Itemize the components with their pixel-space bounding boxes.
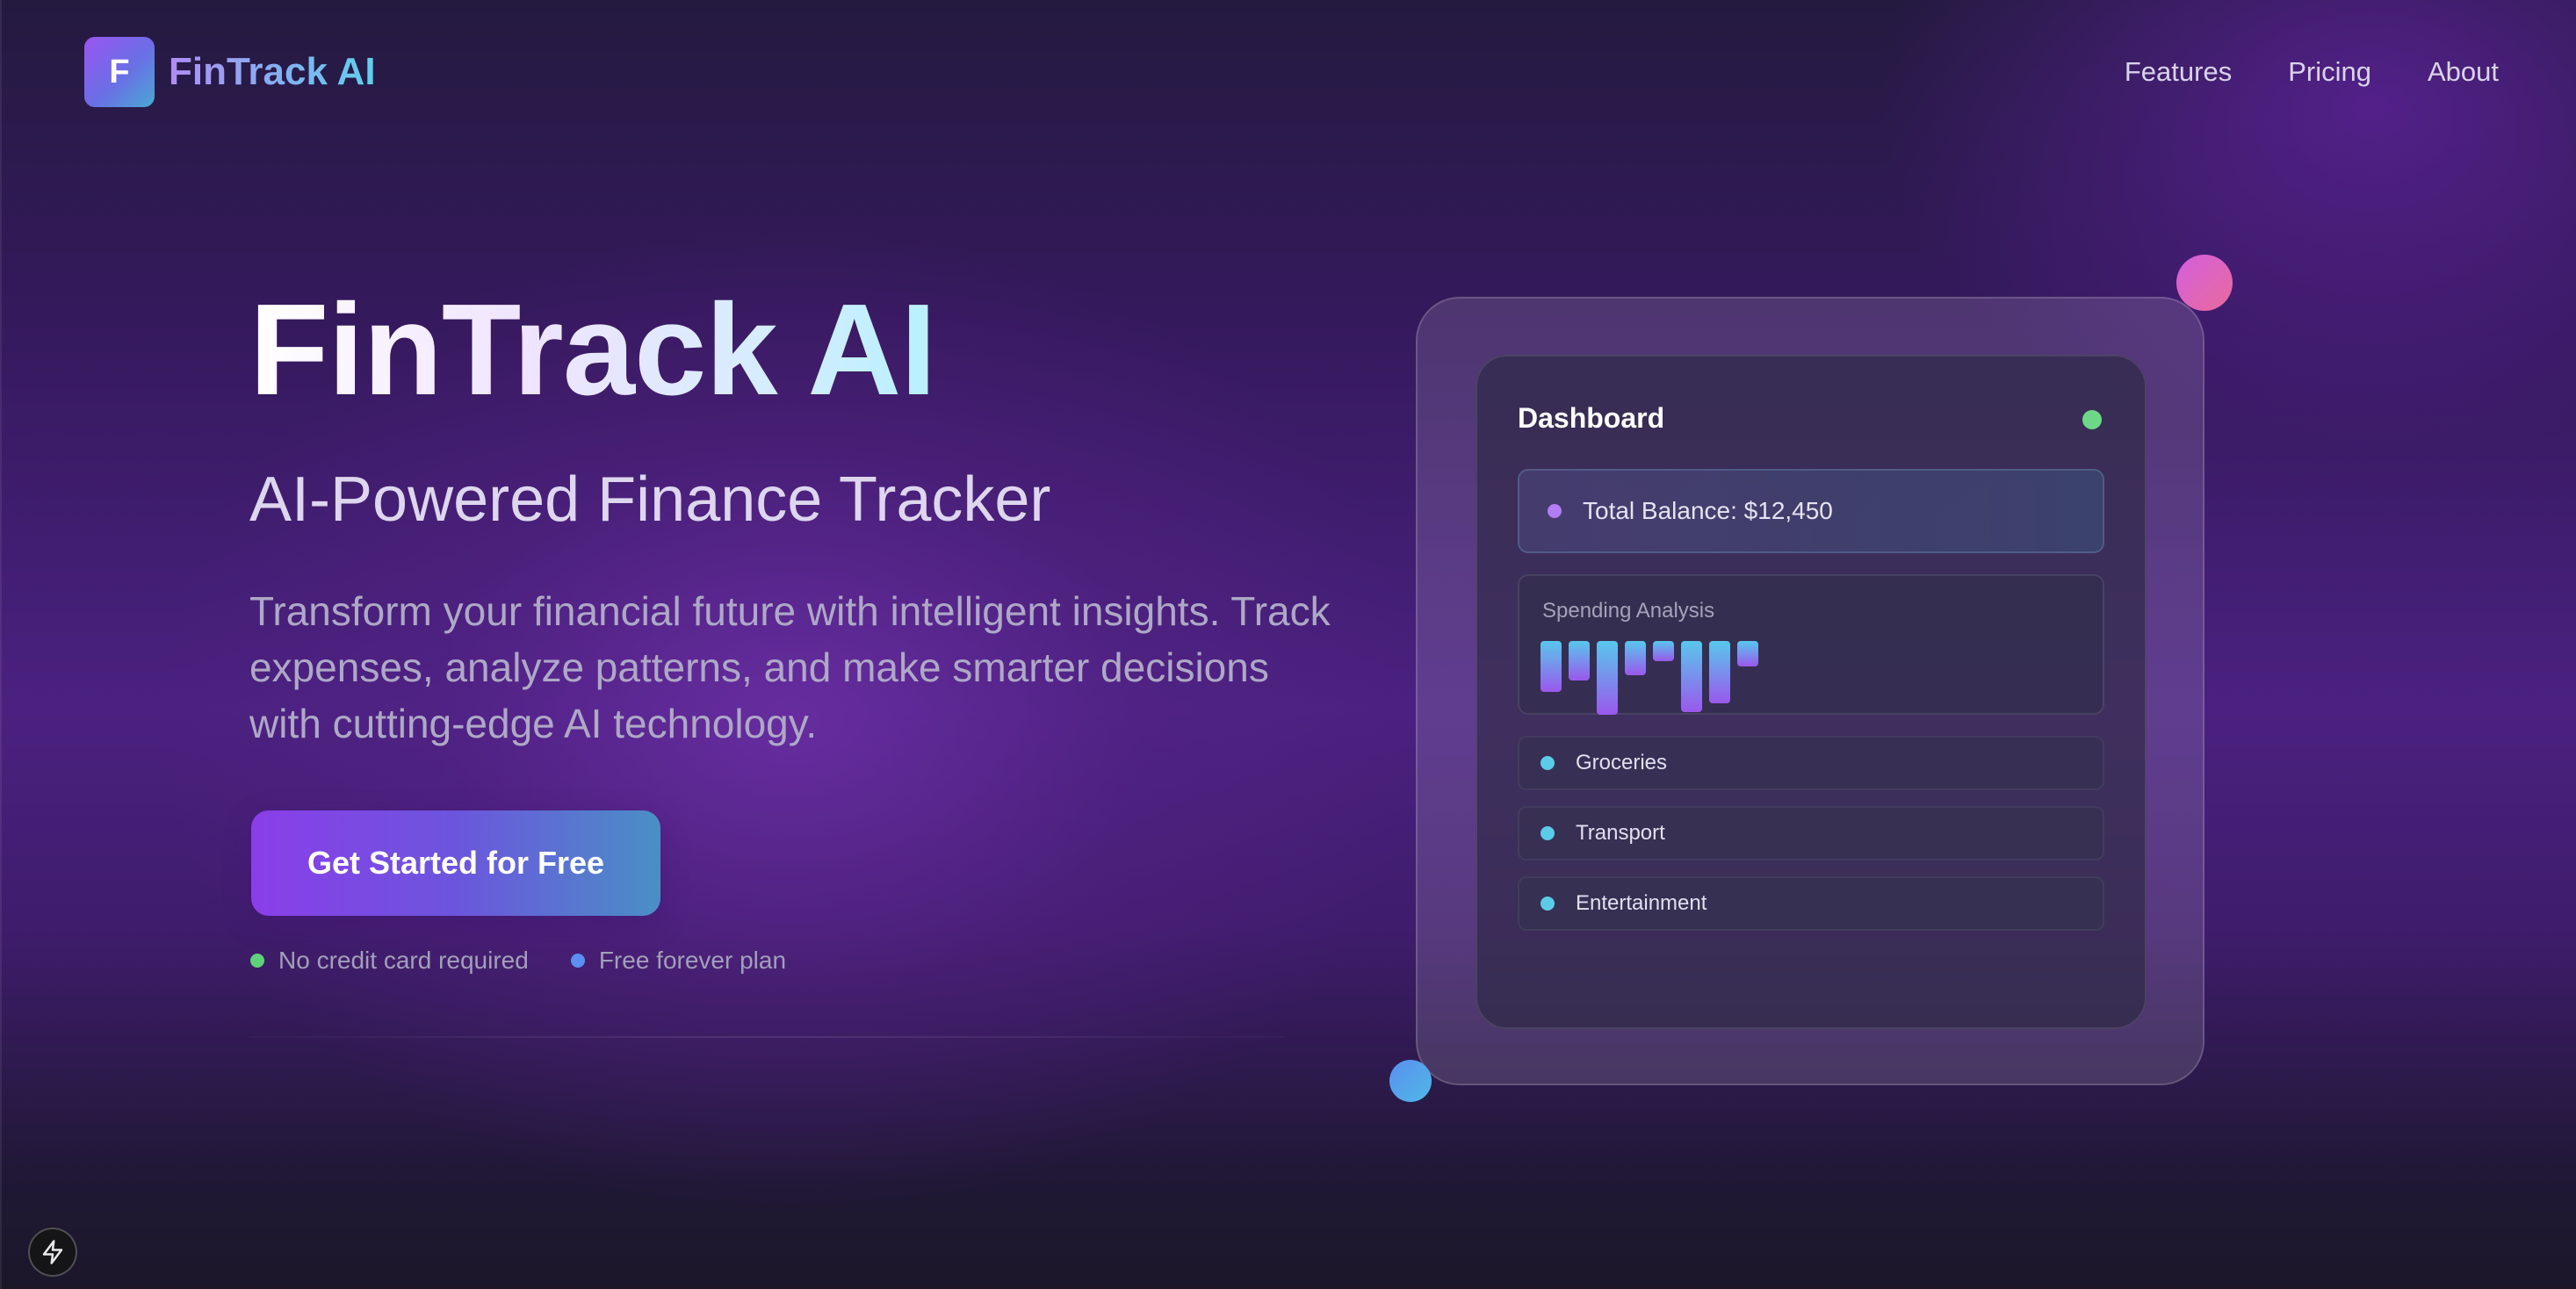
hero-description: Transform your financial future with int…	[249, 588, 1331, 746]
perk-dot-icon	[570, 954, 585, 968]
hero-title: FinTrack AI	[249, 277, 936, 422]
dashboard-title: Dashboard	[1518, 402, 1665, 434]
total-balance-row: Total Balance: $12,450	[1518, 469, 2104, 553]
spending-analysis-card: Spending Analysis	[1518, 574, 2104, 715]
nav-link-features[interactable]: Features	[2125, 56, 2232, 88]
category-dot-icon	[1541, 897, 1555, 911]
spending-bars	[1541, 641, 1769, 715]
perk-label: Free forever plan	[598, 947, 787, 974]
perks-list: No credit card required Free forever pla…	[250, 947, 786, 975]
nav-link-about[interactable]: About	[2428, 56, 2499, 88]
category-label: Groceries	[1576, 751, 1668, 774]
category-row-transport[interactable]: Transport	[1518, 806, 2104, 861]
balance-dot-icon	[1548, 504, 1562, 518]
hero-subtitle: AI-Powered Finance Tracker	[249, 464, 1051, 535]
spending-bar	[1569, 641, 1590, 681]
category-dot-icon	[1541, 756, 1555, 770]
category-label: Transport	[1576, 821, 1665, 845]
nav-link-pricing[interactable]: Pricing	[2288, 56, 2371, 88]
logo-mark: F	[84, 37, 155, 107]
spending-bar	[1541, 641, 1562, 692]
spending-bar	[1737, 641, 1758, 666]
get-started-button[interactable]: Get Started for Free	[251, 810, 660, 916]
perk-item: Free forever plan	[570, 947, 787, 975]
spending-analysis-label: Spending Analysis	[1542, 599, 1715, 623]
spending-bar	[1597, 641, 1618, 715]
logo-text: FinTrack AI	[169, 50, 376, 93]
perk-item: No credit card required	[250, 947, 529, 975]
spending-bar	[1625, 641, 1646, 675]
decorative-orb-blue	[1389, 1060, 1432, 1102]
category-dot-icon	[1541, 826, 1555, 840]
category-row-groceries[interactable]: Groceries	[1518, 736, 2104, 790]
perk-label: No credit card required	[278, 947, 529, 974]
category-row-entertainment[interactable]: Entertainment	[1518, 876, 2104, 931]
total-balance-text: Total Balance: $12,450	[1583, 497, 1833, 524]
spending-bar	[1709, 641, 1730, 703]
decorative-orb-pink	[2176, 255, 2233, 311]
divider	[249, 1036, 1286, 1038]
lightning-icon	[42, 1240, 63, 1264]
status-indicator-icon	[2082, 410, 2102, 429]
perk-dot-icon	[250, 954, 264, 968]
page-left-edge	[0, 0, 2, 1289]
spending-bar	[1681, 641, 1702, 712]
spending-bar	[1653, 641, 1674, 661]
brand-logo[interactable]: F FinTrack AI	[84, 37, 376, 107]
lightning-button[interactable]	[28, 1228, 77, 1277]
category-label: Entertainment	[1576, 891, 1707, 915]
main-nav: Features Pricing About	[2125, 56, 2499, 88]
